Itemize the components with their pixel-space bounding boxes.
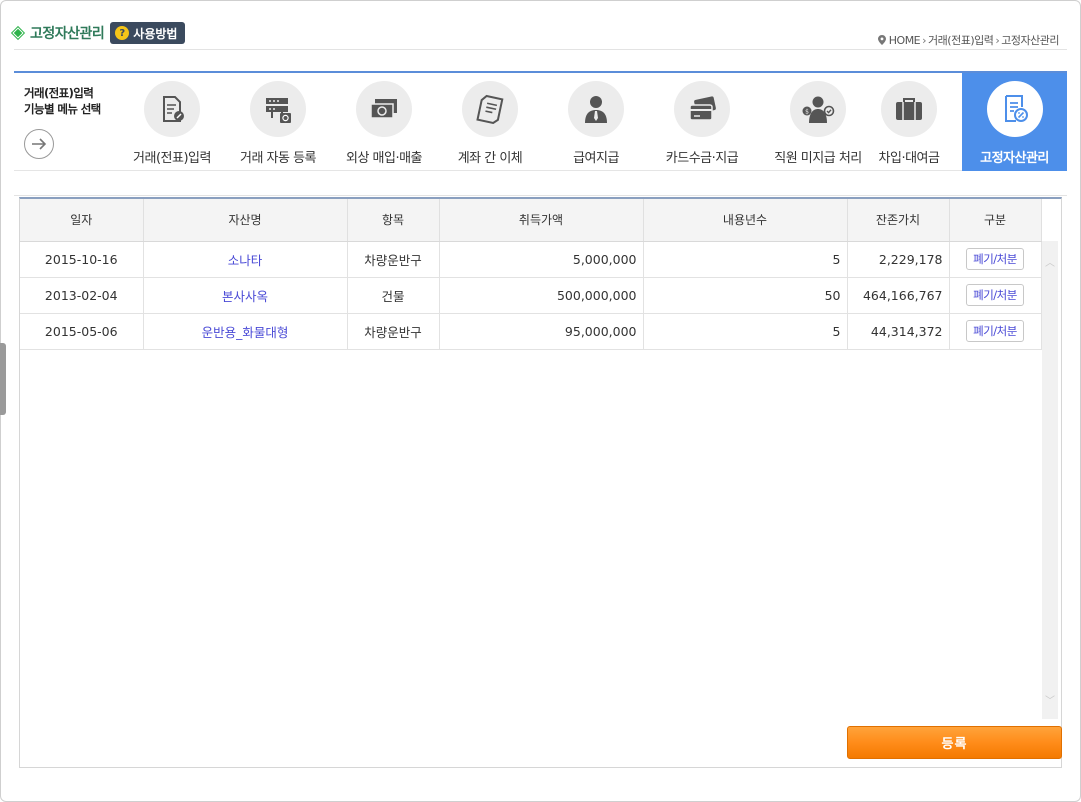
table-row[interactable]: 2015-10-16 소나타 차량운반구 5,000,000 5 2,229,1…	[20, 241, 1042, 278]
menu-item-label: 직원 미지급 처리	[774, 151, 862, 166]
divider	[14, 195, 1067, 196]
chevron-right-icon: ›	[995, 33, 1000, 47]
question-icon: ?	[115, 26, 130, 40]
location-pin-icon	[877, 35, 886, 45]
breadcrumb-current: 고정자산관리	[1001, 34, 1059, 47]
cell-residual-value: 44,314,372	[847, 313, 950, 350]
cell-category: 건물	[347, 277, 440, 314]
person-tie-icon	[568, 81, 624, 137]
table-header-row: 일자 자산명 항목 취득가액 내용년수 잔존가치 구분	[20, 199, 1042, 242]
cell-action: 폐기/처분	[949, 313, 1042, 350]
vertical-scrollbar[interactable]: ︿ ﹀	[1042, 241, 1058, 719]
asset-document-icon	[986, 81, 1043, 137]
asset-name-link[interactable]: 운반용_화물대형	[143, 313, 348, 350]
dispose-button[interactable]: 폐기/처분	[966, 284, 1024, 306]
column-header-date[interactable]: 일자	[20, 199, 144, 242]
page-header: 고정자산관리 ? 사용방법	[12, 22, 186, 44]
menu-item-loan[interactable]: 차입·대여금	[856, 73, 962, 171]
page-title: 고정자산관리	[30, 26, 105, 42]
menu-item-fixed-asset[interactable]: 고정자산관리	[962, 73, 1067, 171]
cell-category: 차량운반구	[347, 241, 440, 278]
cards-icon	[674, 81, 730, 137]
server-sync-icon	[250, 81, 306, 137]
cell-residual-value: 2,229,178	[847, 241, 950, 278]
column-header-action[interactable]: 구분	[949, 199, 1042, 242]
cell-acquisition-cost: 95,000,000	[439, 313, 644, 350]
chevron-right-icon: ›	[922, 33, 927, 47]
menu-item-payroll[interactable]: 급여지급	[544, 73, 648, 171]
scroll-up-icon[interactable]: ︿	[1045, 259, 1055, 269]
money-bills-icon	[356, 81, 412, 137]
menu-item-label: 차입·대여금	[878, 151, 940, 166]
menu-item-label: 급여지급	[573, 151, 619, 166]
cell-useful-life: 50	[643, 277, 848, 314]
menu-item-label: 외상 매입·매출	[345, 151, 423, 166]
breadcrumb: HOME › 거래(전표)입력 › 고정자산관리	[877, 32, 1059, 48]
menu-intro-line1: 거래(전표)입력	[24, 86, 94, 100]
help-label: 사용방법	[133, 26, 178, 41]
help-button[interactable]: ? 사용방법	[110, 22, 186, 44]
menu-item-credit-trade[interactable]: 외상 매입·매출	[332, 73, 436, 171]
cell-date: 2015-05-06	[20, 313, 144, 350]
briefcase-icon	[881, 81, 937, 137]
svg-text:$: $	[805, 109, 809, 116]
cell-useful-life: 5	[643, 241, 848, 278]
cell-action: 폐기/처분	[949, 277, 1042, 314]
cell-action: 폐기/처분	[949, 241, 1042, 278]
fixed-asset-table: 일자 자산명 항목 취득가액 내용년수 잔존가치 구분 2015-10-16 소…	[20, 199, 1042, 350]
column-header-asset-name[interactable]: 자산명	[143, 199, 348, 242]
register-button[interactable]: 등록	[847, 726, 1062, 759]
function-menu-bar: 거래(전표)입력 기능별 메뉴 선택 거래(전표)입력 거래 자동 등록 외상 …	[14, 71, 1067, 171]
arrow-right-icon	[32, 138, 47, 150]
employee-money-icon: $	[790, 81, 846, 137]
table-row[interactable]: 2015-05-06 운반용_화물대형 차량운반구 95,000,000 5 4…	[20, 313, 1042, 350]
asset-table-container: 일자 자산명 항목 취득가액 내용년수 잔존가치 구분 2015-10-16 소…	[19, 197, 1062, 768]
dispose-button[interactable]: 폐기/처분	[966, 320, 1024, 342]
menu-item-label: 카드수금·지급	[665, 151, 739, 166]
cell-useful-life: 5	[643, 313, 848, 350]
menu-item-label: 고정자산관리	[980, 151, 1049, 166]
cell-date: 2015-10-16	[20, 241, 144, 278]
column-header-category[interactable]: 항목	[347, 199, 440, 242]
receipt-icon	[462, 81, 518, 137]
cell-date: 2013-02-04	[20, 277, 144, 314]
document-pen-icon	[144, 81, 200, 137]
diamond-bullet-icon	[12, 27, 24, 39]
menu-intro: 거래(전표)입력 기능별 메뉴 선택	[24, 85, 101, 117]
breadcrumb-item[interactable]: 거래(전표)입력	[928, 32, 994, 48]
column-header-residual-value[interactable]: 잔존가치	[847, 199, 950, 242]
menu-item-account-transfer[interactable]: 계좌 간 이체	[438, 73, 542, 171]
asset-name-link[interactable]: 소나타	[143, 241, 348, 278]
column-header-useful-life[interactable]: 내용년수	[643, 199, 848, 242]
cell-category: 차량운반구	[347, 313, 440, 350]
cell-acquisition-cost: 500,000,000	[439, 277, 644, 314]
menu-item-auto-register[interactable]: 거래 자동 등록	[226, 73, 330, 171]
menu-intro-line2: 기능별 메뉴 선택	[24, 102, 101, 116]
asset-name-link[interactable]: 본사사옥	[143, 277, 348, 314]
cell-residual-value: 464,166,767	[847, 277, 950, 314]
breadcrumb-home[interactable]: HOME	[889, 34, 921, 47]
divider	[14, 49, 1067, 50]
column-header-acquisition-cost[interactable]: 취득가액	[439, 199, 644, 242]
table-row[interactable]: 2013-02-04 본사사옥 건물 500,000,000 50 464,16…	[20, 277, 1042, 314]
menu-item-label: 거래 자동 등록	[239, 151, 317, 166]
scroll-down-icon[interactable]: ﹀	[1045, 697, 1055, 707]
menu-item-label: 거래(전표)입력	[133, 151, 211, 166]
dispose-button[interactable]: 폐기/처분	[966, 248, 1024, 270]
menu-item-label: 계좌 간 이체	[457, 151, 523, 166]
menu-item-transaction-entry[interactable]: 거래(전표)입력	[120, 73, 224, 171]
next-arrow-button[interactable]	[24, 129, 54, 159]
side-collapse-handle[interactable]	[0, 343, 6, 415]
cell-acquisition-cost: 5,000,000	[439, 241, 644, 278]
menu-item-card-payment[interactable]: 카드수금·지급	[650, 73, 754, 171]
